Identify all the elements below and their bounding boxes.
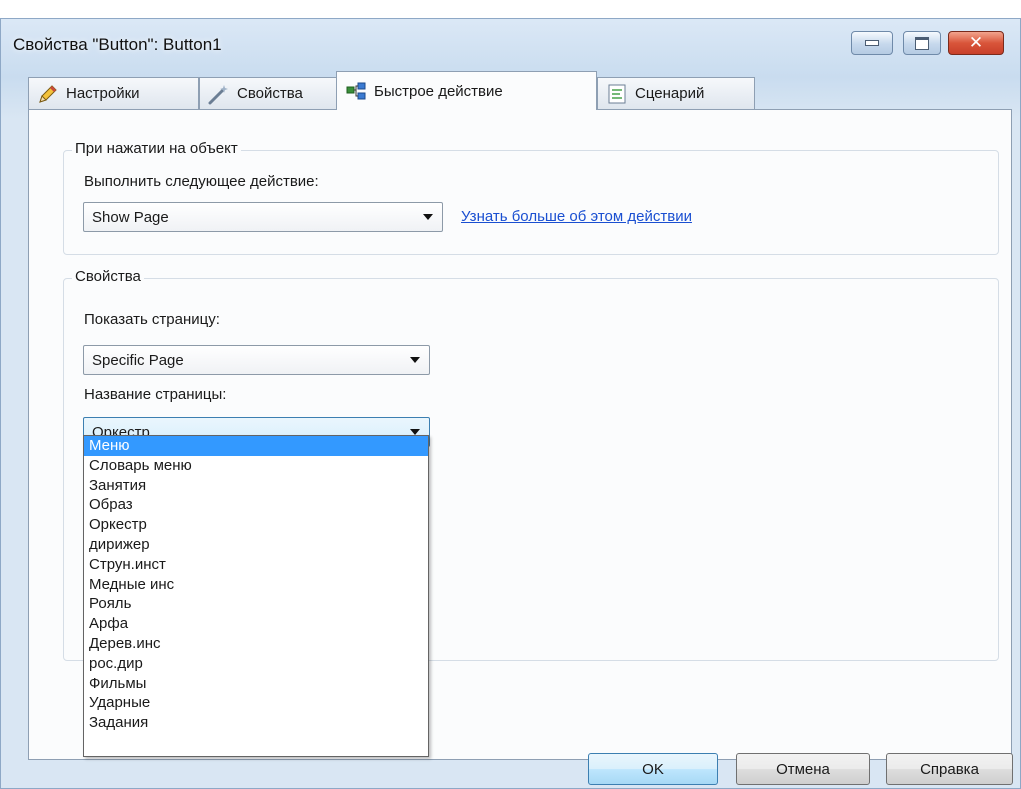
tab-script[interactable]: Сценарий [597,77,755,109]
list-item[interactable]: Образ [84,495,428,515]
help-button[interactable]: Справка [886,753,1013,785]
tab-script-label: Сценарий [635,85,705,102]
list-item[interactable]: Ударные [84,693,428,713]
show-page-select[interactable]: Specific Page [83,345,430,375]
list-item[interactable]: Медные инс [84,575,428,595]
list-item[interactable]: Дерев.инс [84,634,428,654]
list-item[interactable]: Задания [84,713,428,733]
show-page-select-value: Specific Page [92,351,184,369]
action-label: Выполнить следующее действие: [84,173,319,190]
cancel-button[interactable]: Отмена [736,753,870,785]
page-name-dropdown-list[interactable]: Меню Словарь меню Занятия Образ Оркестр … [83,435,429,757]
close-button[interactable]: ✕ [948,31,1004,55]
list-item[interactable]: Арфа [84,614,428,634]
list-item[interactable]: дирижер [84,535,428,555]
list-item[interactable]: Струн.инст [84,555,428,575]
show-page-label: Показать страницу: [84,311,220,328]
list-item[interactable]: Занятия [84,476,428,496]
title-bar[interactable]: Свойства "Button": Button1 ✕ [1,19,1020,71]
pencil-icon [39,84,57,103]
maximize-button[interactable] [903,31,941,55]
minimize-icon [865,40,879,46]
maximize-icon [915,36,929,50]
action-select-value: Show Page [92,208,169,226]
tab-quick-action-label: Быстрое действие [374,82,503,100]
tab-properties-label: Свойства [237,85,303,102]
tab-settings[interactable]: Настройки [28,77,199,109]
page-name-label: Название страницы: [84,386,227,403]
list-item[interactable]: Оркестр [84,515,428,535]
list-item[interactable]: Меню [84,436,428,456]
window-title: Свойства "Button": Button1 [13,35,222,54]
on-click-group: При нажатии на объект Выполнить следующе… [63,140,999,255]
ok-button[interactable]: OK [588,753,718,785]
minimize-button[interactable] [851,31,893,55]
list-item[interactable]: Словарь меню [84,456,428,476]
tab-properties[interactable]: Свойства [199,77,355,109]
chevron-down-icon [423,214,433,220]
list-item[interactable]: Рояль [84,594,428,614]
list-item[interactable]: Фильмы [84,674,428,694]
wand-icon [208,84,228,104]
action-select[interactable]: Show Page [83,202,443,232]
close-icon: ✕ [968,33,984,53]
list-item[interactable]: рос.дир [84,654,428,674]
properties-group-title: Свойства [72,268,144,285]
quick-action-icon [346,82,366,100]
on-click-group-title: При нажатии на объект [72,140,241,157]
script-icon [608,84,626,103]
tab-settings-label: Настройки [66,85,140,102]
chevron-down-icon [410,357,420,363]
tab-quick-action[interactable]: Быстрое действие [336,71,597,110]
learn-more-link[interactable]: Узнать больше об этом действии [461,208,692,225]
